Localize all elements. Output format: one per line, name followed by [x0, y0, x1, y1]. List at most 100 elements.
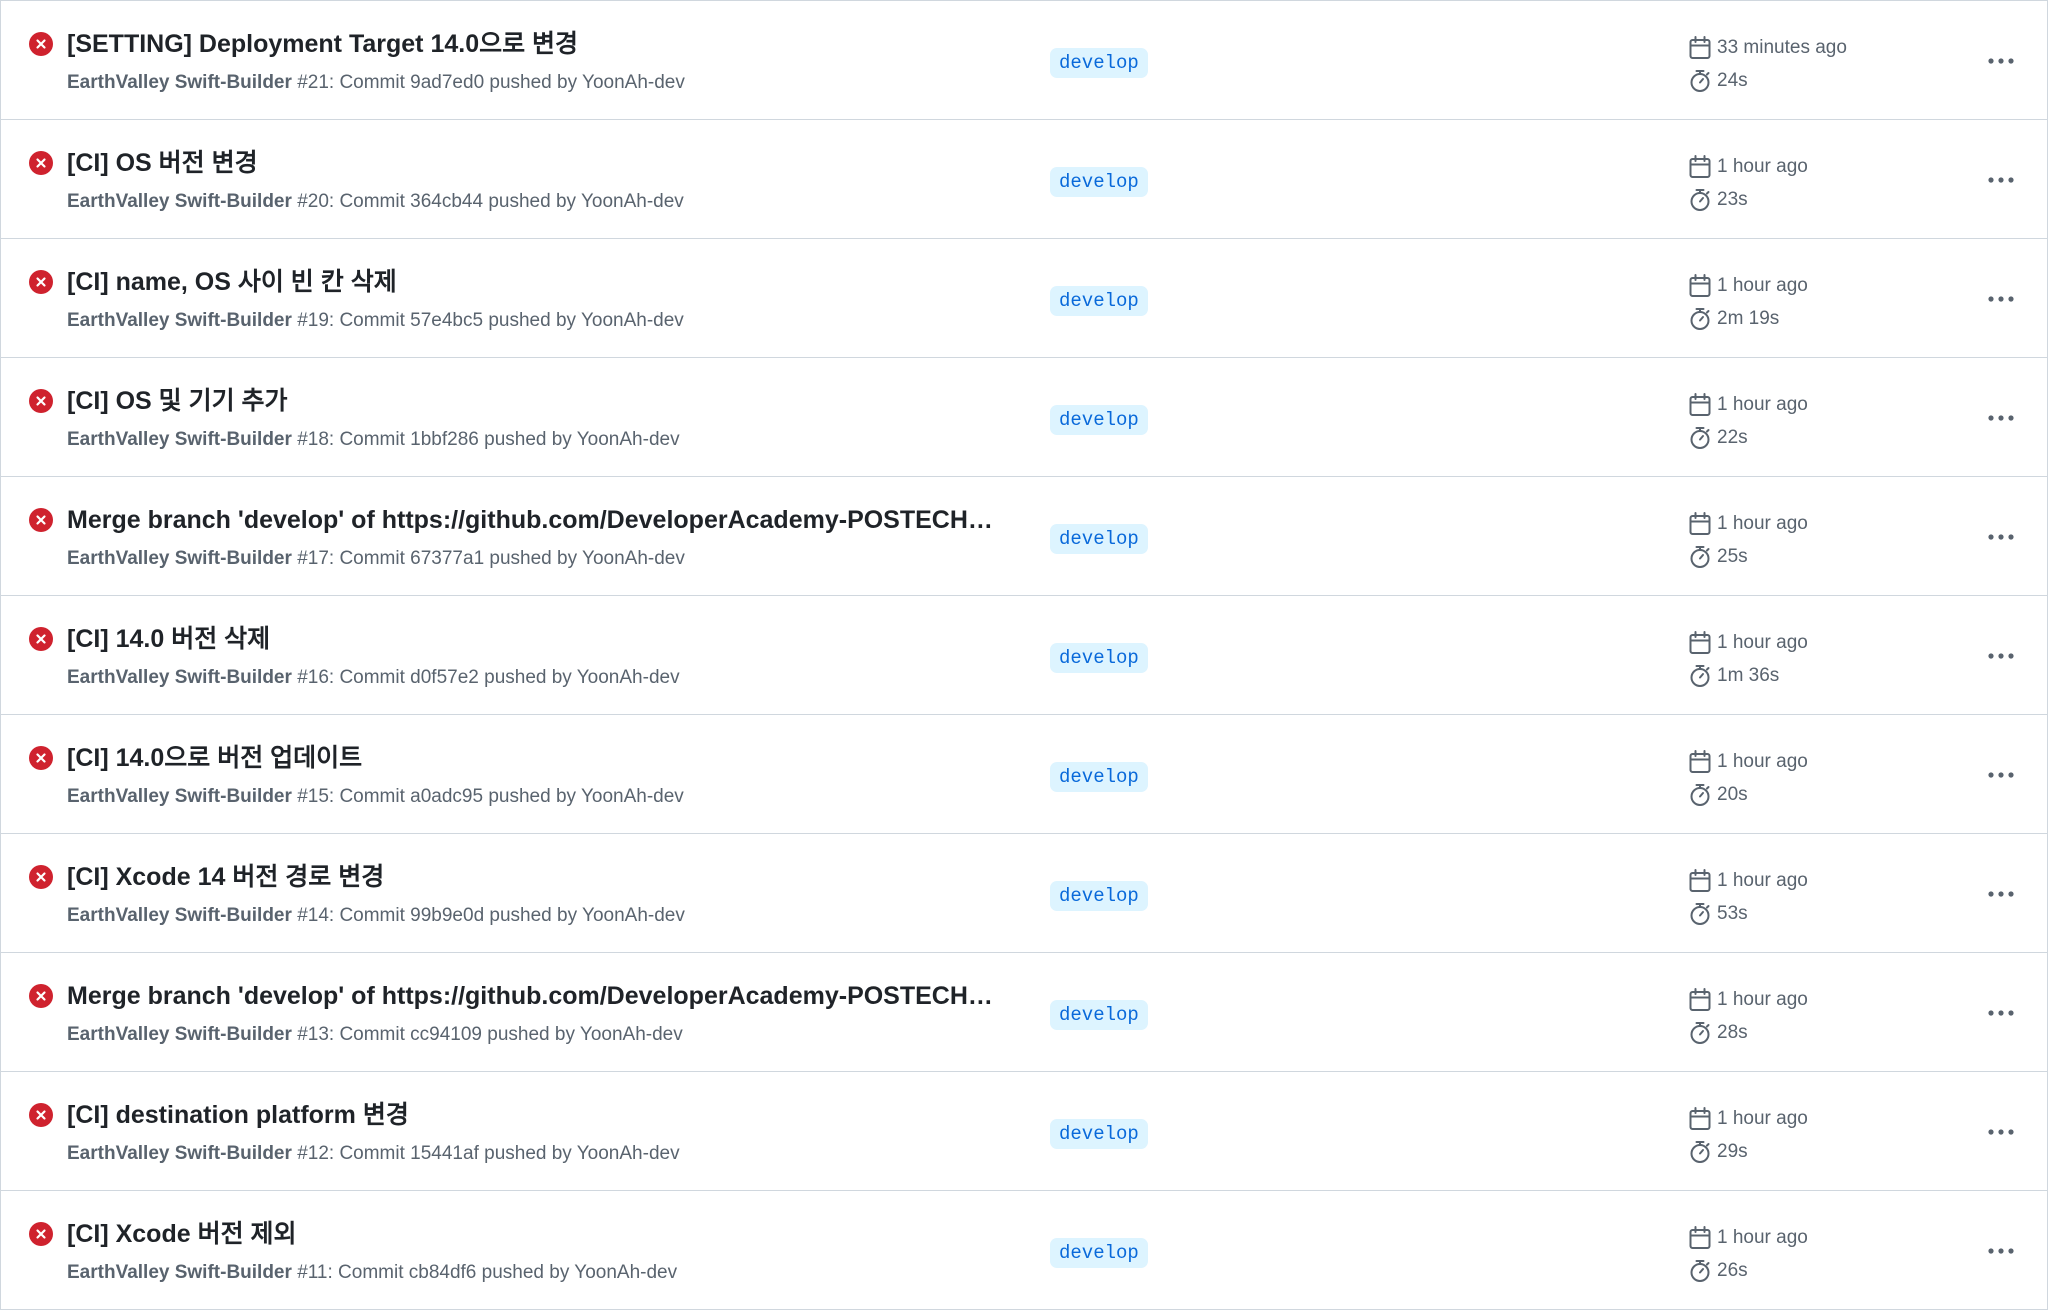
run-date: 1 hour ago [1689, 868, 1808, 894]
run-date: 1 hour ago [1689, 392, 1808, 418]
kebab-horizontal-icon[interactable] [1981, 402, 2021, 434]
branch-label[interactable]: develop [1050, 1000, 1148, 1030]
run-title[interactable]: [CI] destination platform 변경 [67, 1099, 409, 1131]
branch-label[interactable]: develop [1050, 48, 1148, 78]
workflow-run-row[interactable]: [CI] 14.0으로 버전 업데이트 EarthValley Swift-Bu… [1, 715, 2047, 834]
run-duration: 25s [1689, 544, 1748, 570]
branch-label[interactable]: develop [1050, 762, 1148, 792]
workflow-run-row[interactable]: [SETTING] Deployment Target 14.0으로 변경 Ea… [1, 1, 2047, 120]
branch-label[interactable]: develop [1050, 881, 1148, 911]
x-circle-fill-icon [29, 746, 53, 770]
run-detail: #20: Commit 364cb44 pushed by YoonAh-dev [297, 191, 684, 212]
run-detail: #11: Commit cb84df6 pushed by YoonAh-dev [297, 1262, 678, 1283]
workflow-run-row[interactable]: [CI] OS 버전 변경 EarthValley Swift-Builder … [1, 120, 2047, 239]
calendar-icon [1689, 988, 1711, 1011]
workflow-run-row[interactable]: [CI] OS 및 기기 추가 EarthValley Swift-Builde… [1, 358, 2047, 477]
run-time: 33 minutes ago [1717, 37, 1847, 58]
run-date: 1 hour ago [1689, 987, 1808, 1013]
branch-label[interactable]: develop [1050, 405, 1148, 435]
workflow-run-row[interactable]: [CI] name, OS 사이 빈 칸 삭제 EarthValley Swif… [1, 239, 2047, 358]
branch-label[interactable]: develop [1050, 524, 1148, 554]
workflow-name[interactable]: EarthValley Swift-Builder [67, 905, 292, 926]
run-date: 1 hour ago [1689, 273, 1808, 299]
run-title[interactable]: Merge branch 'develop' of https://github… [67, 980, 993, 1012]
x-circle-fill-icon [29, 270, 53, 294]
branch-label[interactable]: develop [1050, 286, 1148, 316]
x-circle-fill-icon [29, 1222, 53, 1246]
calendar-icon [1689, 274, 1711, 297]
workflow-run-row[interactable]: [CI] destination platform 변경 EarthValley… [1, 1072, 2047, 1191]
run-duration-value: 53s [1717, 903, 1748, 924]
branch-label[interactable]: develop [1050, 643, 1148, 673]
calendar-icon [1689, 393, 1711, 416]
workflow-run-row[interactable]: Merge branch 'develop' of https://github… [1, 953, 2047, 1072]
run-date: 1 hour ago [1689, 630, 1808, 656]
run-detail: #12: Commit 15441af pushed by YoonAh-dev [297, 1143, 680, 1164]
run-time: 1 hour ago [1717, 513, 1808, 534]
kebab-horizontal-icon[interactable] [1981, 45, 2021, 77]
run-date: 1 hour ago [1689, 749, 1808, 775]
workflow-name[interactable]: EarthValley Swift-Builder [67, 1262, 292, 1283]
kebab-horizontal-icon[interactable] [1981, 640, 2021, 672]
run-duration: 53s [1689, 901, 1748, 927]
workflow-run-row[interactable]: [CI] 14.0 버전 삭제 EarthValley Swift-Builde… [1, 596, 2047, 715]
stopwatch-icon [1690, 903, 1710, 925]
kebab-horizontal-icon[interactable] [1981, 1235, 2021, 1267]
run-meta: EarthValley Swift-Builder #20: Commit 36… [67, 190, 684, 214]
calendar-icon [1689, 1226, 1711, 1249]
run-title[interactable]: [CI] Xcode 버전 제외 [67, 1218, 297, 1250]
stopwatch-icon [1690, 427, 1710, 449]
run-title[interactable]: Merge branch 'develop' of https://github… [67, 504, 993, 536]
x-circle-fill-icon [29, 627, 53, 651]
workflow-run-row[interactable]: Merge branch 'develop' of https://github… [1, 477, 2047, 596]
run-duration-value: 23s [1717, 189, 1748, 210]
kebab-horizontal-icon[interactable] [1981, 164, 2021, 196]
run-duration: 1m 36s [1689, 663, 1779, 689]
branch-label[interactable]: develop [1050, 167, 1148, 197]
stopwatch-icon [1690, 1141, 1710, 1163]
run-duration-value: 25s [1717, 546, 1748, 567]
run-date: 1 hour ago [1689, 511, 1808, 537]
run-title[interactable]: [CI] name, OS 사이 빈 칸 삭제 [67, 266, 397, 298]
kebab-horizontal-icon[interactable] [1981, 1116, 2021, 1148]
workflow-name[interactable]: EarthValley Swift-Builder [67, 1143, 292, 1164]
run-title[interactable]: [CI] 14.0으로 버전 업데이트 [67, 742, 362, 774]
stopwatch-icon [1690, 308, 1710, 330]
workflow-name[interactable]: EarthValley Swift-Builder [67, 667, 292, 688]
run-title[interactable]: [SETTING] Deployment Target 14.0으로 변경 [67, 28, 578, 60]
workflow-name[interactable]: EarthValley Swift-Builder [67, 429, 292, 450]
workflow-run-row[interactable]: [CI] Xcode 버전 제외 EarthValley Swift-Build… [1, 1191, 2047, 1310]
x-circle-fill-icon [29, 32, 53, 56]
kebab-horizontal-icon[interactable] [1981, 759, 2021, 791]
workflow-name[interactable]: EarthValley Swift-Builder [67, 548, 292, 569]
run-title[interactable]: [CI] 14.0 버전 삭제 [67, 623, 270, 655]
run-title[interactable]: [CI] Xcode 14 버전 경로 변경 [67, 861, 384, 893]
run-detail: #13: Commit cc94109 pushed by YoonAh-dev [297, 1024, 683, 1045]
run-duration-value: 1m 36s [1717, 665, 1780, 686]
calendar-icon [1689, 155, 1711, 178]
branch-label[interactable]: develop [1050, 1238, 1148, 1268]
kebab-horizontal-icon[interactable] [1981, 997, 2021, 1029]
run-duration: 29s [1689, 1139, 1748, 1165]
run-duration-value: 24s [1717, 70, 1748, 91]
calendar-icon [1689, 1107, 1711, 1130]
kebab-horizontal-icon[interactable] [1981, 521, 2021, 553]
run-meta: EarthValley Swift-Builder #14: Commit 99… [67, 904, 685, 928]
kebab-horizontal-icon[interactable] [1981, 878, 2021, 910]
run-title[interactable]: [CI] OS 버전 변경 [67, 147, 258, 179]
stopwatch-icon [1690, 1022, 1710, 1044]
workflow-run-row[interactable]: [CI] Xcode 14 버전 경로 변경 EarthValley Swift… [1, 834, 2047, 953]
run-duration-value: 22s [1717, 427, 1748, 448]
run-duration-value: 29s [1717, 1141, 1748, 1162]
workflow-name[interactable]: EarthValley Swift-Builder [67, 72, 292, 93]
branch-label[interactable]: develop [1050, 1119, 1148, 1149]
workflow-name[interactable]: EarthValley Swift-Builder [67, 191, 292, 212]
kebab-horizontal-icon[interactable] [1981, 283, 2021, 315]
workflow-runs-list: [SETTING] Deployment Target 14.0으로 변경 Ea… [0, 0, 2048, 1310]
workflow-name[interactable]: EarthValley Swift-Builder [67, 310, 292, 331]
run-detail: #16: Commit d0f57e2 pushed by YoonAh-dev [297, 667, 680, 688]
run-meta: EarthValley Swift-Builder #19: Commit 57… [67, 309, 684, 333]
workflow-name[interactable]: EarthValley Swift-Builder [67, 786, 292, 807]
run-title[interactable]: [CI] OS 및 기기 추가 [67, 385, 288, 417]
workflow-name[interactable]: EarthValley Swift-Builder [67, 1024, 292, 1045]
